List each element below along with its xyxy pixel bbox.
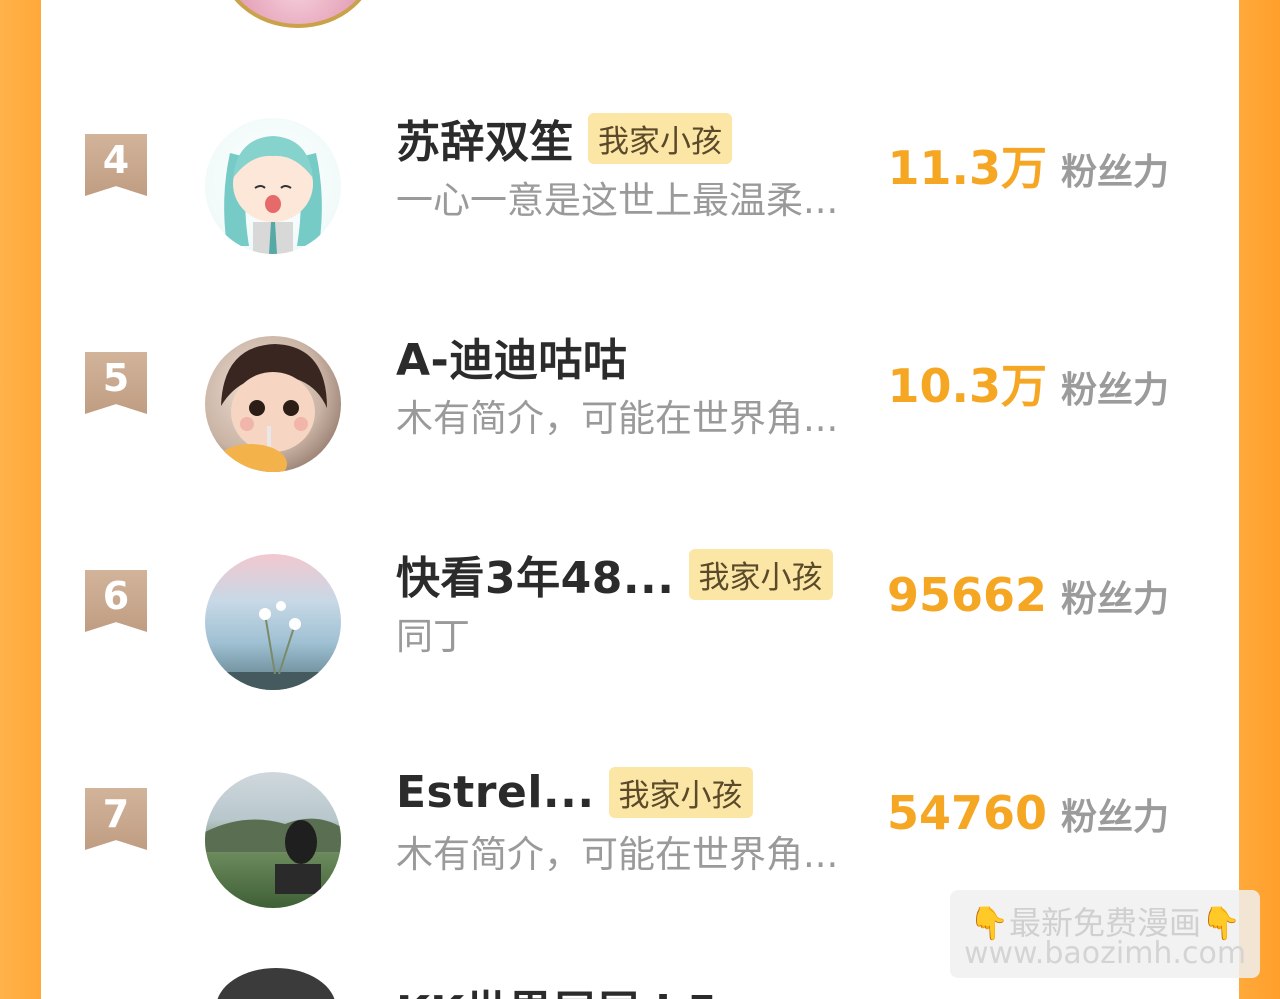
user-name-partial[interactable]: KK世界屋屋 b5 xyxy=(396,976,718,999)
user-name[interactable]: 快看3年48... xyxy=(396,542,675,606)
ranking-panel: 4 苏辞双笙 我家小孩 一心一意是这世上最温柔... 11.3万 粉丝力 5 A… xyxy=(41,0,1239,999)
my-kid-tag: 我家小孩 xyxy=(588,112,732,164)
fan-power-value: 10.3万 xyxy=(887,359,1047,413)
avatar-rank-3-partial[interactable] xyxy=(219,0,377,28)
avatar[interactable] xyxy=(205,336,341,472)
fan-power-label: 粉丝力 xyxy=(1060,797,1169,838)
my-kid-tag: 我家小孩 xyxy=(688,548,833,600)
avatar[interactable] xyxy=(205,118,341,254)
ranking-row[interactable]: 5 A-迪迪咕咕 木有简介，可能在世界角... 10.3万 粉丝力 xyxy=(41,318,1239,472)
fan-power-value: 95662 xyxy=(886,568,1047,622)
user-bio: 木有简介，可能在世界角... xyxy=(396,397,839,440)
user-name[interactable]: A-迪迪咕咕 xyxy=(396,324,627,388)
user-bio: 同丁 xyxy=(396,615,470,658)
ranking-row[interactable]: 6 快看3年48... 我家小孩 同丁 95662 粉丝力 xyxy=(41,536,1239,690)
avatar[interactable] xyxy=(205,772,341,908)
watermark: 👇最新免费漫画👇 www.baozimh.com xyxy=(950,890,1260,978)
fan-power-label: 粉丝力 xyxy=(1060,152,1169,193)
rank-badge: 6 xyxy=(85,570,147,632)
fan-power-value: 54760 xyxy=(886,786,1047,840)
user-name[interactable]: 苏辞双笙 xyxy=(396,106,574,170)
rank-badge: 4 xyxy=(85,134,147,196)
rank-badge: 7 xyxy=(85,788,147,850)
user-bio: 一心一意是这世上最温柔... xyxy=(396,179,839,222)
fan-power-value: 11.3万 xyxy=(887,141,1047,195)
avatar[interactable] xyxy=(205,554,341,690)
user-name[interactable]: Estrel... xyxy=(396,767,595,818)
user-bio: 木有简介，可能在世界角... xyxy=(396,833,839,876)
rank-badge: 5 xyxy=(85,352,147,414)
my-kid-tag: 我家小孩 xyxy=(608,766,753,818)
fan-power-label: 粉丝力 xyxy=(1060,579,1169,620)
fan-power-label: 粉丝力 xyxy=(1060,370,1169,411)
ranking-row[interactable]: 4 苏辞双笙 我家小孩 一心一意是这世上最温柔... 11.3万 粉丝力 xyxy=(41,100,1239,254)
ranking-row[interactable]: 7 Estrel... 我家小孩 木有简介，可能在世界角... 54760 粉丝… xyxy=(41,754,1239,908)
watermark-url: www.baozimh.com xyxy=(963,936,1247,971)
avatar-partial[interactable] xyxy=(216,968,336,999)
